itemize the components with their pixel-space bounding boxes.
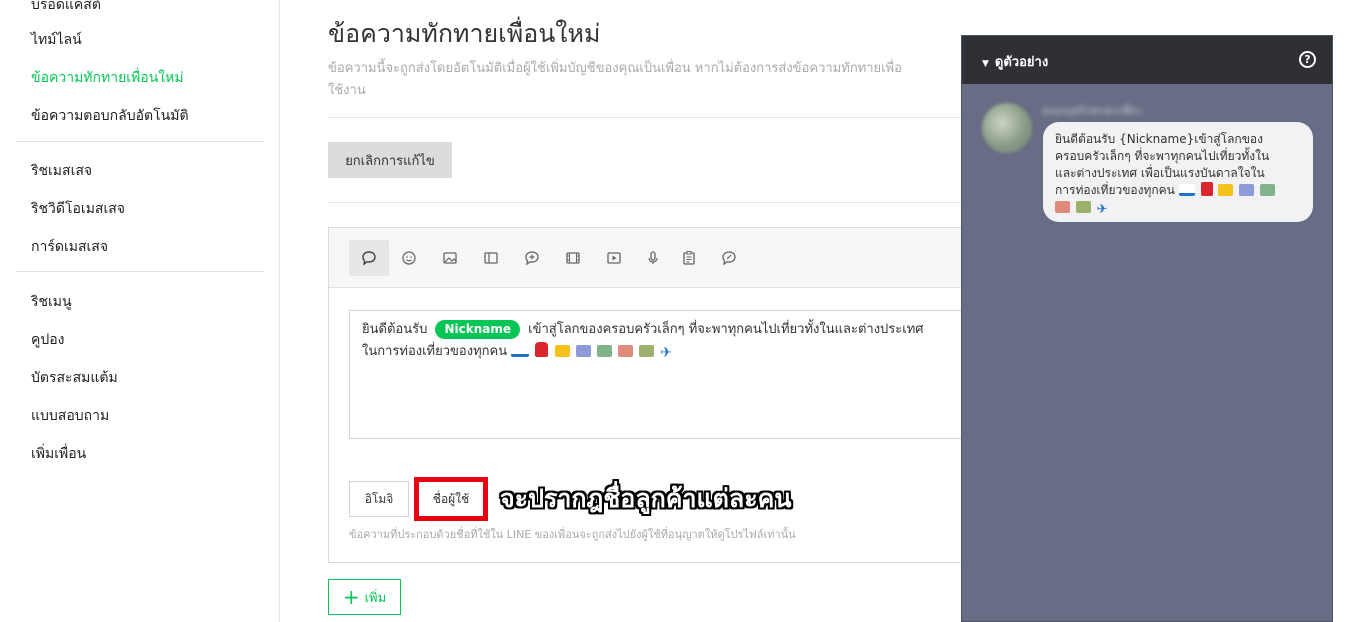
survey-icon[interactable] (669, 240, 709, 276)
help-icon[interactable]: ? (1299, 51, 1316, 68)
sender-name: ดนมนครัวขบพาเที่ยว (1042, 105, 1143, 114)
sidebar-divider (16, 141, 264, 142)
rich-message-icon[interactable] (709, 240, 749, 276)
caret-down-icon: ▼ (982, 59, 989, 69)
sidebar-item-add-friends[interactable]: เพิ่มเพื่อน (31, 443, 86, 465)
cancel-edit-button[interactable]: ยกเลิกการแก้ไข (328, 142, 452, 178)
sticker-icon[interactable] (389, 240, 429, 276)
bubble-line: และต่างประเทศ เพื่อเป็นแรงบันดาลใจใน (1055, 166, 1265, 180)
airplane-emoji-icon: ✈ (660, 345, 672, 361)
card-icon[interactable] (471, 240, 511, 276)
nickname-tag[interactable]: Nickname (435, 320, 521, 339)
preview-title-label: ดูตัวอย่าง (994, 55, 1049, 70)
backpack-emoji-icon (1200, 182, 1213, 196)
image-icon[interactable] (430, 240, 470, 276)
bubble-text: การท่องเที่ยวของทุกคน (1055, 183, 1175, 197)
bubble-line: การท่องเที่ยวของทุกคน (1055, 182, 1301, 199)
shoe-emoji-icon (511, 345, 530, 357)
editor-toolbar (329, 228, 977, 288)
sidebar-item-rich-video[interactable]: ริชวิดีโอเมสเสจ (31, 198, 125, 220)
message-editor: ยินดีต้อนรับ Nickname เข้าสู่โลกของครอบค… (328, 227, 979, 563)
sidebar-item-rich-menu[interactable]: ริชเมนู (31, 291, 72, 313)
sidebar-item-timeline[interactable]: ไทม์ไลน์ (31, 29, 82, 51)
sidebar: บรอดแคสต์ ไทม์ไลน์ ข้อความทักทายเพื่อนให… (0, 0, 280, 622)
coupon-icon[interactable] (512, 240, 552, 276)
ticket-emoji-icon (1055, 201, 1070, 213)
ticket-emoji-icon (575, 345, 591, 357)
play-icon[interactable] (594, 240, 634, 276)
description-line: ข้อความนี้จะถูกส่งโดยอัตโนมัติเมื่อผู้ใช… (328, 61, 902, 76)
text-icon[interactable] (349, 240, 389, 276)
add-button-label: เพิ่ม (364, 590, 387, 606)
sidebar-item-reward-card[interactable]: บัตรสะสมแต้ม (31, 367, 118, 389)
audio-icon[interactable] (633, 240, 673, 276)
sidebar-item-survey[interactable]: แบบสอบถาม (31, 405, 109, 427)
sidebar-divider (16, 271, 264, 272)
preview-title[interactable]: ▼ ดูตัวอย่าง (982, 51, 1048, 72)
shoe-emoji-icon (1178, 184, 1195, 196)
add-message-button[interactable]: + เพิ่ม (328, 579, 401, 615)
page-title: ข้อความทักทายเพื่อนใหม่ (328, 19, 601, 48)
message-textarea[interactable]: ยินดีต้อนรับ Nickname เข้าสู่โลกของครอบค… (349, 310, 979, 439)
preview-message-bubble: ยินดีต้อนรับ {Nickname}เข้าสู่โลกของ ครอ… (1043, 122, 1313, 222)
nickname-button[interactable]: ชื่อผู้ใช้ (414, 477, 488, 521)
ticket-emoji-icon (1075, 201, 1091, 213)
sidebar-item-rich-message[interactable]: ริชเมสเสจ (31, 160, 92, 182)
message-text: เข้าสู่โลกของครอบครัวเล็กๆ ที่จะพาทุกคนไ… (528, 322, 924, 337)
backpack-emoji-icon (535, 342, 549, 357)
card-emoji-icon (1218, 184, 1234, 196)
message-line: ยินดีต้อนรับ Nickname เข้าสู่โลกของครอบค… (362, 319, 967, 341)
emoji-button[interactable]: อิโมจิ (349, 481, 409, 517)
ticket-emoji-icon (617, 345, 633, 357)
bubble-line: ครอบครัวเล็กๆ ที่จะพาทุกคนไปเที่ยวทั้งใน (1055, 149, 1270, 163)
avatar (982, 103, 1032, 153)
card-emoji-icon (554, 345, 570, 357)
preview-header[interactable]: ▼ ดูตัวอย่าง ? (962, 36, 1332, 84)
message-line: ในการท่องเที่ยวของทุกคน ✈ (362, 341, 967, 363)
bubble-line: ✈ (1055, 199, 1301, 218)
sidebar-item-greeting[interactable]: ข้อความทักทายเพื่อนใหม่ (31, 67, 184, 89)
ticket-emoji-icon (1260, 184, 1276, 196)
sidebar-item-broadcast[interactable]: บรอดแคสต์ (31, 0, 101, 16)
description-line: ใช้งาน (328, 83, 366, 98)
video-icon[interactable] (553, 240, 593, 276)
ticket-emoji-icon (1239, 184, 1255, 196)
message-prefix: ยินดีต้อนรับ (362, 322, 428, 337)
sidebar-item-auto-reply[interactable]: ข้อความตอบกลับอัตโนมัติ (31, 105, 189, 127)
plus-icon: + (342, 585, 360, 609)
ticket-emoji-icon (596, 345, 612, 357)
bubble-line: ยินดีต้อนรับ {Nickname}เข้าสู่โลกของ (1055, 132, 1263, 146)
airplane-emoji-icon: ✈ (1096, 202, 1108, 217)
divider (328, 202, 968, 203)
preview-panel: ▼ ดูตัวอย่าง ? ดนมนครัวขบพาเที่ยว ยินดีต้… (961, 35, 1333, 622)
divider (328, 117, 968, 118)
sidebar-item-coupon[interactable]: คูปอง (31, 329, 65, 351)
sidebar-item-card-message[interactable]: การ์ดเมสเสจ (31, 236, 108, 258)
message-text: ในการท่องเที่ยวของทุกคน (362, 344, 508, 359)
page-description: ข้อความนี้จะถูกส่งโดยอัตโนมัติเมื่อผู้ใช… (328, 58, 968, 102)
editor-note: ข้อความที่ประกอบด้วยชื่อที่ใช้ใน LINE ขอ… (349, 528, 796, 541)
annotation-callout: จะปรากฎชื่อลูกค้าแต่ละคน (500, 484, 792, 513)
ticket-emoji-icon (639, 345, 655, 357)
